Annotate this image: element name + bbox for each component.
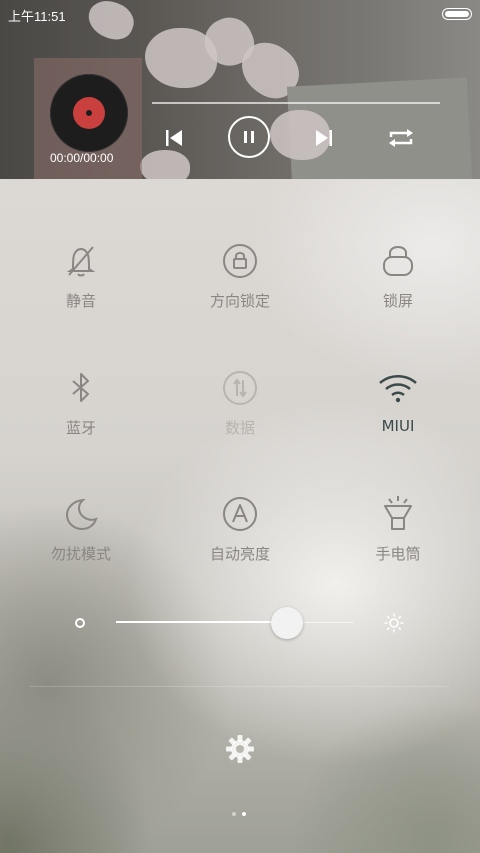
toggle-label: 数据 xyxy=(224,419,255,437)
toggle-label: 手电筒 xyxy=(375,545,421,563)
toggle-do-not-disturb[interactable]: 勿扰模式 xyxy=(11,494,151,564)
brightness-low-icon xyxy=(75,618,85,628)
toggle-label: 方向锁定 xyxy=(209,292,270,310)
toggle-auto-brightness[interactable]: 自动亮度 xyxy=(170,494,310,564)
settings-gear-icon[interactable] xyxy=(225,734,255,764)
background-petal xyxy=(140,150,190,179)
wifi-icon xyxy=(379,375,417,403)
rotation-lock-icon xyxy=(223,244,257,278)
playback-progress-bar[interactable] xyxy=(152,102,440,104)
background-petal xyxy=(83,0,139,45)
skip-previous-icon xyxy=(166,130,182,146)
toggle-flashlight[interactable]: 手电筒 xyxy=(328,494,468,564)
toggle-wifi[interactable]: MIUI xyxy=(328,368,468,435)
divider xyxy=(30,686,450,687)
lock-icon xyxy=(383,246,413,276)
auto-brightness-icon xyxy=(223,497,257,531)
bell-off-icon xyxy=(66,246,96,277)
moon-icon xyxy=(65,498,98,531)
toggle-mobile-data[interactable]: 数据 xyxy=(170,368,310,438)
toggle-label: 蓝牙 xyxy=(65,419,96,437)
previous-track-button[interactable] xyxy=(160,124,188,152)
play-pause-button[interactable] xyxy=(228,116,270,158)
pause-icon xyxy=(244,131,254,143)
brightness-slider-thumb[interactable] xyxy=(271,607,303,639)
page-dot[interactable] xyxy=(232,812,236,816)
repeat-icon xyxy=(389,129,413,147)
next-track-button[interactable] xyxy=(310,124,338,152)
playback-time: 00:00/00:00 xyxy=(50,151,114,165)
toggle-bluetooth[interactable]: 蓝牙 xyxy=(11,368,151,438)
toggle-label: 锁屏 xyxy=(382,292,413,310)
toggle-mute[interactable]: 静音 xyxy=(11,241,151,311)
status-time: 上午11:51 xyxy=(8,9,66,24)
disc-hole xyxy=(86,110,92,116)
toggle-label: 自动亮度 xyxy=(209,545,270,563)
repeat-button[interactable] xyxy=(386,124,416,152)
brightness-slider-fill xyxy=(116,621,287,623)
page-dot-active[interactable] xyxy=(242,812,246,816)
toggle-label: 勿扰模式 xyxy=(50,545,111,563)
bluetooth-icon xyxy=(72,373,89,402)
battery-icon xyxy=(442,8,472,20)
skip-next-icon xyxy=(316,130,332,146)
brightness-high-icon xyxy=(384,613,404,633)
toggle-label: 静音 xyxy=(65,292,96,310)
toggle-rotation-lock[interactable]: 方向锁定 xyxy=(170,241,310,311)
vinyl-disc-icon xyxy=(50,74,128,152)
flashlight-icon xyxy=(384,496,412,530)
page-indicator xyxy=(232,812,246,816)
toggle-lock-screen[interactable]: 锁屏 xyxy=(328,241,468,311)
music-player-panel: 上午11:51 00:00/00:00 xyxy=(0,0,480,179)
toggle-label: MIUI xyxy=(381,417,415,435)
mobile-data-icon xyxy=(223,371,257,405)
quick-settings-panel: 静音 方向锁定 锁屏 蓝牙 数据 MIUI 勿扰模式 自动亮度 手电筒 xyxy=(0,179,480,853)
